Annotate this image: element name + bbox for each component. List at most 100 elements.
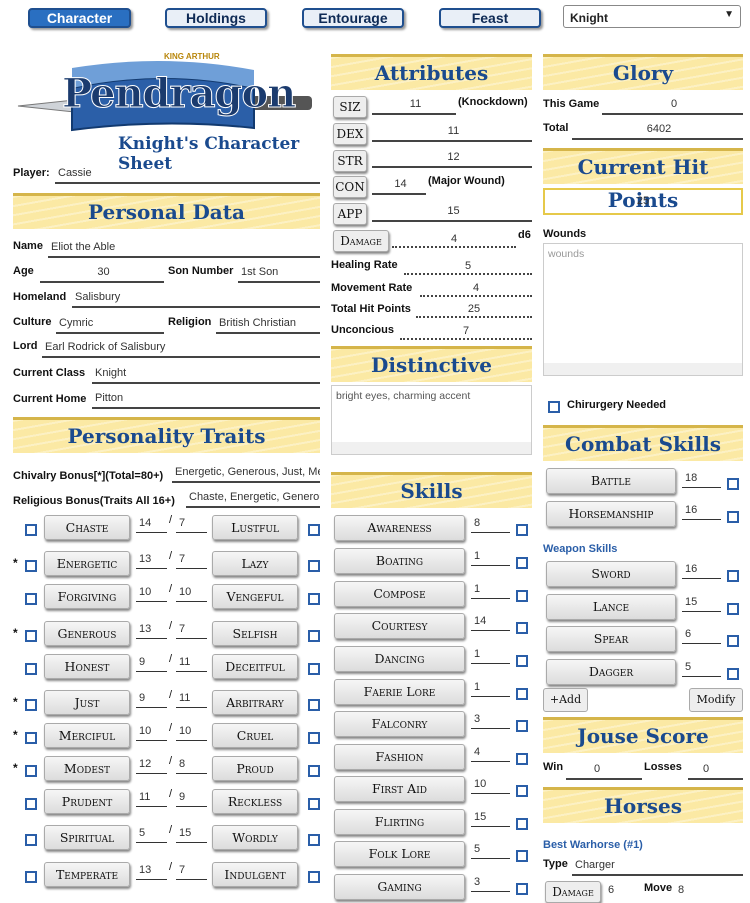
trait-left-value[interactable]: 12 [136, 758, 167, 774]
weapon-skill-value[interactable]: 16 [682, 563, 721, 579]
skill-checkbox[interactable] [516, 524, 528, 536]
trait-right-button[interactable]: Selfish [212, 621, 298, 646]
trait-left-value[interactable]: 10 [136, 586, 167, 602]
horsemanship-checkbox[interactable] [727, 511, 739, 523]
trait-left-button[interactable]: Prudent [44, 789, 130, 814]
trait-left-checkbox[interactable] [25, 732, 37, 744]
skill-value[interactable]: 10 [471, 778, 510, 794]
tab-entourage[interactable]: Entourage [302, 8, 404, 28]
trait-left-checkbox[interactable] [25, 560, 37, 572]
trait-right-checkbox[interactable] [308, 524, 320, 536]
trait-left-value[interactable]: 13 [136, 623, 167, 639]
weapon-skill-button[interactable]: Sword [546, 561, 676, 587]
str-field[interactable]: 12 [372, 151, 532, 168]
skill-button[interactable]: Courtesy [334, 613, 465, 639]
trait-right-value[interactable]: 11 [176, 656, 207, 672]
total-hit-points-field[interactable]: 25 [416, 303, 532, 318]
trait-left-value[interactable]: 10 [136, 725, 167, 741]
weapon-skill-checkbox[interactable] [727, 603, 739, 615]
skill-checkbox[interactable] [516, 753, 528, 765]
skill-checkbox[interactable] [516, 557, 528, 569]
skill-button[interactable]: Dancing [334, 646, 465, 672]
culture-field[interactable]: Cymric [56, 317, 164, 334]
trait-right-button[interactable]: Indulgent [212, 862, 298, 887]
skill-button[interactable]: Awareness [334, 515, 465, 541]
trait-left-button[interactable]: Temperate [44, 862, 130, 887]
unconscious-field[interactable]: 7 [400, 325, 532, 340]
skill-checkbox[interactable] [516, 883, 528, 895]
weapon-skill-value[interactable]: 5 [682, 661, 721, 677]
skill-value[interactable]: 1 [471, 583, 510, 599]
trait-right-button[interactable]: Proud [212, 756, 298, 781]
skill-checkbox[interactable] [516, 818, 528, 830]
trait-right-value[interactable]: 7 [176, 623, 207, 639]
weapon-skill-checkbox[interactable] [727, 635, 739, 647]
skill-button[interactable]: Compose [334, 581, 465, 607]
skill-checkbox[interactable] [516, 688, 528, 700]
trait-left-checkbox[interactable] [25, 765, 37, 777]
skill-value[interactable]: 14 [471, 615, 510, 631]
trait-right-checkbox[interactable] [308, 663, 320, 675]
chivalry-bonus-field[interactable]: Energetic, Generous, Just, Merciful, Mod… [172, 466, 320, 483]
skill-button[interactable]: Falconry [334, 711, 465, 737]
app-field[interactable]: 15 [372, 205, 532, 222]
trait-left-button[interactable]: Chaste [44, 515, 130, 540]
trait-right-value[interactable]: 10 [176, 725, 207, 741]
trait-left-checkbox[interactable] [25, 630, 37, 642]
horse-type-field[interactable]: Charger [572, 859, 743, 876]
trait-right-checkbox[interactable] [308, 593, 320, 605]
horsemanship-field[interactable]: 16 [682, 504, 721, 520]
trait-left-value[interactable]: 9 [136, 656, 167, 672]
wounds-textarea[interactable]: wounds [543, 243, 743, 376]
trait-right-checkbox[interactable] [308, 765, 320, 777]
trait-left-value[interactable]: 9 [136, 692, 167, 708]
trait-right-value[interactable]: 11 [176, 692, 207, 708]
trait-left-button[interactable]: Spiritual [44, 825, 130, 850]
skill-value[interactable]: 1 [471, 550, 510, 566]
skill-button[interactable]: Faerie Lore [334, 679, 465, 705]
weapon-skill-button[interactable]: Lance [546, 594, 676, 620]
weapon-skill-button[interactable]: Spear [546, 626, 676, 652]
trait-left-checkbox[interactable] [25, 871, 37, 883]
losses-field[interactable]: 0 [688, 763, 743, 780]
trait-right-button[interactable]: Reckless [212, 789, 298, 814]
trait-left-value[interactable]: 13 [136, 553, 167, 569]
chirurgery-checkbox[interactable] [548, 401, 560, 413]
horse-damage-field[interactable]: 6 [608, 884, 614, 896]
dex-button[interactable]: DEX [333, 123, 367, 145]
dex-field[interactable]: 11 [372, 125, 532, 142]
skill-button[interactable]: First Aid [334, 776, 465, 802]
trait-right-value[interactable]: 15 [176, 827, 207, 843]
character-type-select[interactable]: Knight ▼ [563, 5, 741, 28]
skill-value[interactable]: 1 [471, 648, 510, 664]
trait-right-value[interactable]: 7 [176, 553, 207, 569]
str-button[interactable]: STR [333, 150, 367, 172]
trait-right-checkbox[interactable] [308, 560, 320, 572]
trait-right-checkbox[interactable] [308, 834, 320, 846]
trait-left-value[interactable]: 11 [136, 791, 167, 807]
religion-field[interactable]: British Christian [216, 317, 320, 334]
skill-checkbox[interactable] [516, 622, 528, 634]
skill-value[interactable]: 4 [471, 746, 510, 762]
trait-right-value[interactable]: 8 [176, 758, 207, 774]
trait-right-checkbox[interactable] [308, 630, 320, 642]
horsemanship-button[interactable]: Horsemanship [546, 501, 676, 527]
age-field[interactable]: 30 [40, 266, 164, 283]
tab-holdings[interactable]: Holdings [165, 8, 267, 28]
trait-left-button[interactable]: Just [44, 690, 130, 715]
son-number-field[interactable]: 1st Son [238, 266, 320, 283]
battle-field[interactable]: 18 [682, 472, 721, 488]
skill-checkbox[interactable] [516, 590, 528, 602]
trait-right-value[interactable]: 7 [176, 864, 207, 880]
current-hit-points-field[interactable]: 25 [543, 188, 743, 215]
skill-button[interactable]: Folk Lore [334, 841, 465, 867]
trait-right-checkbox[interactable] [308, 732, 320, 744]
trait-left-checkbox[interactable] [25, 663, 37, 675]
skill-value[interactable]: 1 [471, 681, 510, 697]
trait-right-button[interactable]: Wordly [212, 825, 298, 850]
name-field[interactable]: Eliot the Able [48, 241, 320, 258]
trait-right-value[interactable]: 9 [176, 791, 207, 807]
wounds-scrollbar[interactable] [544, 363, 742, 375]
con-field[interactable]: 14 [372, 178, 426, 195]
religious-bonus-field[interactable]: Chaste, Energetic, Generous [186, 491, 320, 508]
